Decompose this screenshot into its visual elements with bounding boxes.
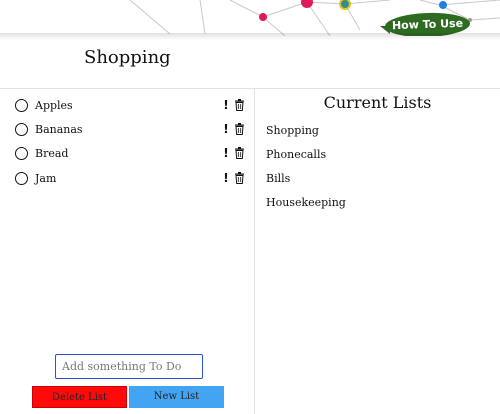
delete-list-button[interactable]: Delete List [32, 386, 127, 408]
current-lists-title: Current Lists [323, 93, 432, 112]
list-item: Apples ! [15, 95, 245, 115]
list-item: Jam ! [15, 168, 245, 188]
priority-icon[interactable]: ! [221, 98, 231, 112]
trash-icon[interactable] [234, 99, 245, 111]
header-divider [0, 33, 500, 40]
list-link-phonecalls[interactable]: Phonecalls [266, 148, 326, 161]
priority-icon[interactable]: ! [221, 122, 231, 136]
trash-icon[interactable] [234, 123, 245, 135]
header-banner: How To Use [0, 0, 500, 36]
todo-label: Bananas [35, 122, 83, 136]
complete-checkbox[interactable] [15, 171, 28, 185]
list-item: Bananas ! [15, 119, 245, 139]
trash-icon[interactable] [234, 172, 245, 184]
todo-label: Jam [35, 171, 57, 185]
page-title: Shopping [84, 47, 171, 68]
priority-icon[interactable]: ! [221, 171, 231, 185]
list-link-housekeeping[interactable]: Housekeeping [266, 196, 346, 209]
todo-label: Apples [35, 98, 73, 112]
priority-icon[interactable]: ! [221, 146, 231, 160]
new-list-button[interactable]: New List [129, 386, 224, 408]
todo-label: Bread [35, 146, 69, 160]
list-link-shopping[interactable]: Shopping [266, 124, 319, 137]
trash-icon[interactable] [234, 147, 245, 159]
list-link-bills[interactable]: Bills [266, 172, 290, 185]
complete-checkbox[interactable] [15, 146, 28, 160]
complete-checkbox[interactable] [15, 122, 28, 136]
add-todo-input[interactable] [55, 354, 203, 379]
list-item: Bread ! [15, 143, 245, 163]
complete-checkbox[interactable] [15, 98, 28, 112]
